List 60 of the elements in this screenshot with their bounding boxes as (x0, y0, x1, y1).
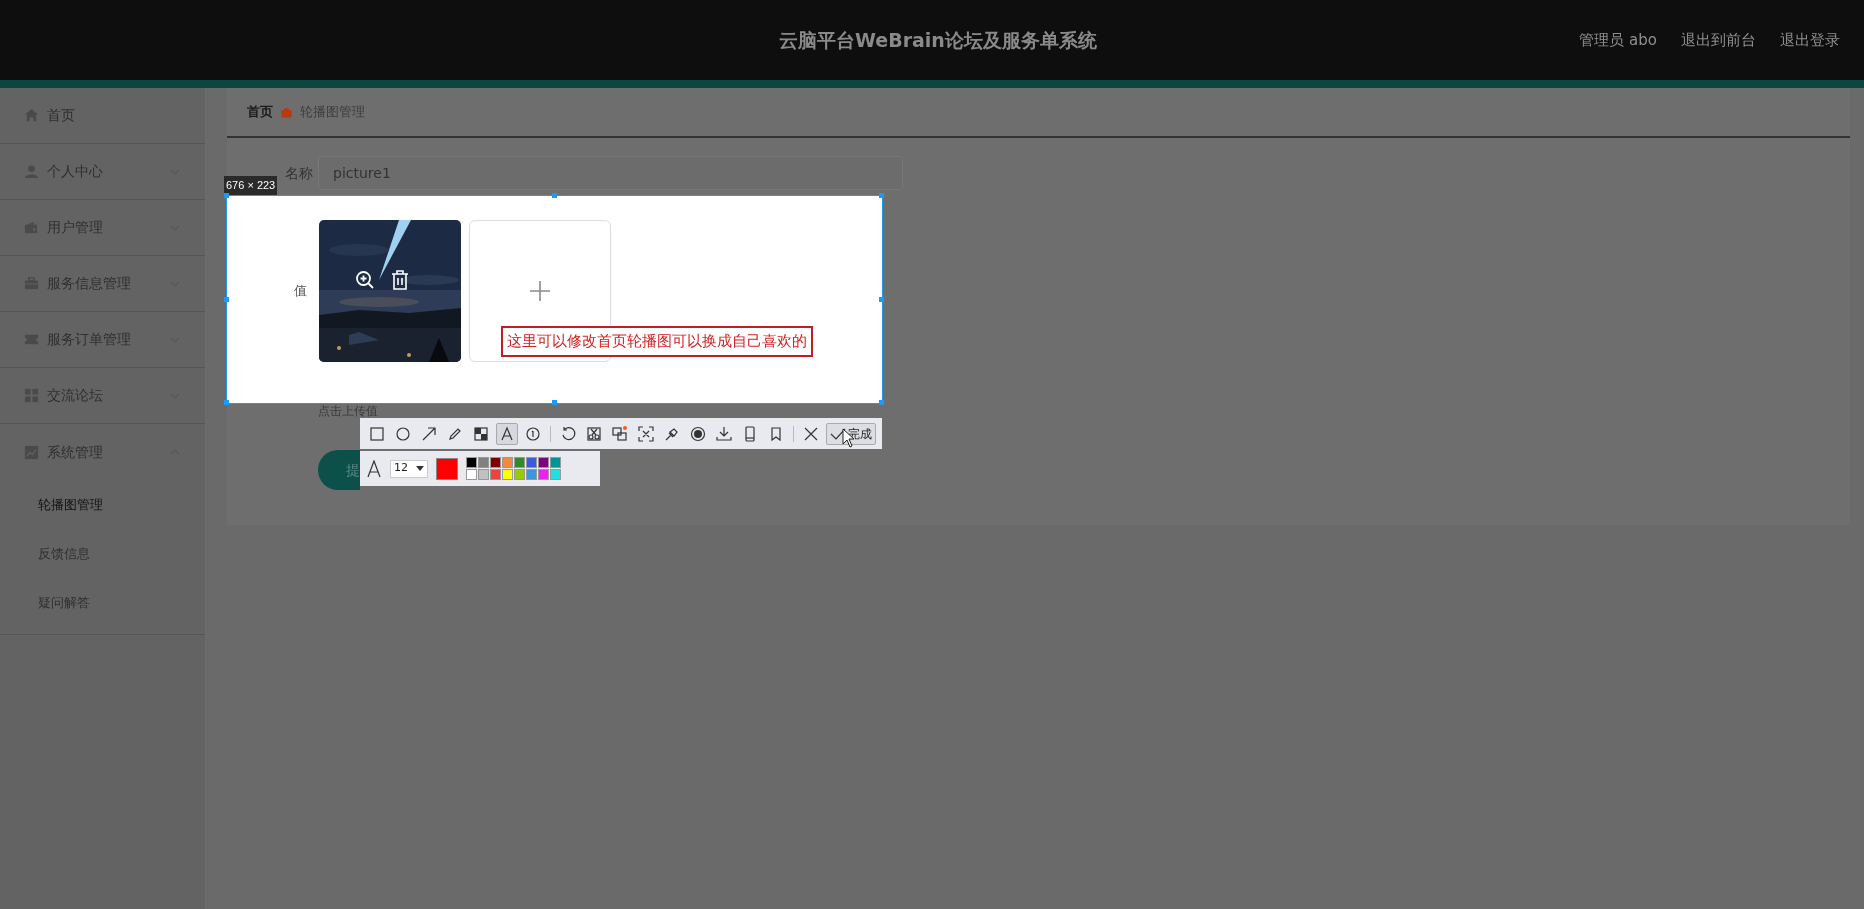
close-icon (803, 425, 819, 442)
color-swatch[interactable] (526, 457, 537, 468)
zoom-in-icon (355, 270, 375, 290)
color-swatch[interactable] (490, 457, 501, 468)
chart-icon (24, 444, 39, 460)
capture-selection[interactable]: 值 这里可以修改首页轮播图可以换成自己喜欢的 (226, 195, 883, 404)
size-label: 676 × 223 (224, 176, 278, 195)
grid-icon (24, 388, 39, 403)
text-size-icon (366, 459, 382, 478)
text-tool-icon (499, 425, 515, 442)
color-swatch[interactable] (466, 469, 477, 480)
tool-button[interactable] (496, 422, 518, 445)
user-icon (24, 164, 39, 179)
scan-icon (638, 425, 654, 442)
trash-icon (391, 270, 409, 290)
wallet-icon (24, 220, 39, 235)
circle-icon (395, 425, 411, 442)
font-size-dropdown[interactable]: 12 (390, 459, 428, 478)
arrow-icon (421, 425, 437, 442)
download-icon (716, 425, 732, 442)
color-swatch[interactable] (550, 457, 561, 468)
color-swatch[interactable] (466, 457, 477, 468)
color-swatch[interactable] (490, 469, 501, 480)
current-color-swatch[interactable] (436, 457, 458, 480)
plus-icon (529, 280, 551, 302)
phone-icon (742, 425, 758, 442)
color-swatch[interactable] (538, 469, 549, 480)
color-swatch[interactable] (478, 469, 489, 480)
bag-icon (281, 106, 292, 118)
submenu-item[interactable]: 轮播图管理 (0, 480, 205, 529)
field-label: 名称 (285, 164, 313, 181)
site-title: 云脑平台WeBrain论坛及服务单系统 (778, 27, 1097, 53)
submit-button[interactable]: 提 (318, 450, 360, 490)
header-link[interactable]: 退出登录 (1780, 28, 1840, 52)
ticket-icon (24, 332, 39, 347)
callout-tooltip: 这里可以修改首页轮播图可以换成自己喜欢的 (501, 326, 813, 357)
rectangle-icon (369, 425, 385, 442)
numbered-marker-icon (525, 425, 541, 442)
color-swatch[interactable] (502, 469, 513, 480)
bookmark-icon (768, 425, 784, 442)
name-field[interactable]: picture1 (318, 156, 903, 190)
briefcase-icon (24, 276, 39, 291)
scissors-icon (586, 425, 602, 442)
color-swatch[interactable] (514, 457, 525, 468)
header-link[interactable]: 管理员 abo (1579, 28, 1657, 52)
caret-icon (416, 466, 424, 471)
color-swatch[interactable] (550, 469, 561, 480)
translate-icon (612, 425, 628, 442)
color-swatch[interactable] (502, 457, 513, 468)
color-swatch[interactable] (538, 457, 549, 468)
color-swatch[interactable] (514, 469, 525, 480)
header-link[interactable]: 退出到前台 (1681, 28, 1756, 52)
color-swatch[interactable] (478, 457, 489, 468)
undo-icon (560, 425, 576, 442)
home-icon (24, 108, 39, 123)
mosaic-icon (473, 425, 489, 442)
field-label: 值 (294, 282, 307, 301)
breadcrumb-home[interactable]: 首页 (247, 102, 273, 122)
color-swatch[interactable] (526, 469, 537, 480)
record-icon (690, 425, 706, 442)
